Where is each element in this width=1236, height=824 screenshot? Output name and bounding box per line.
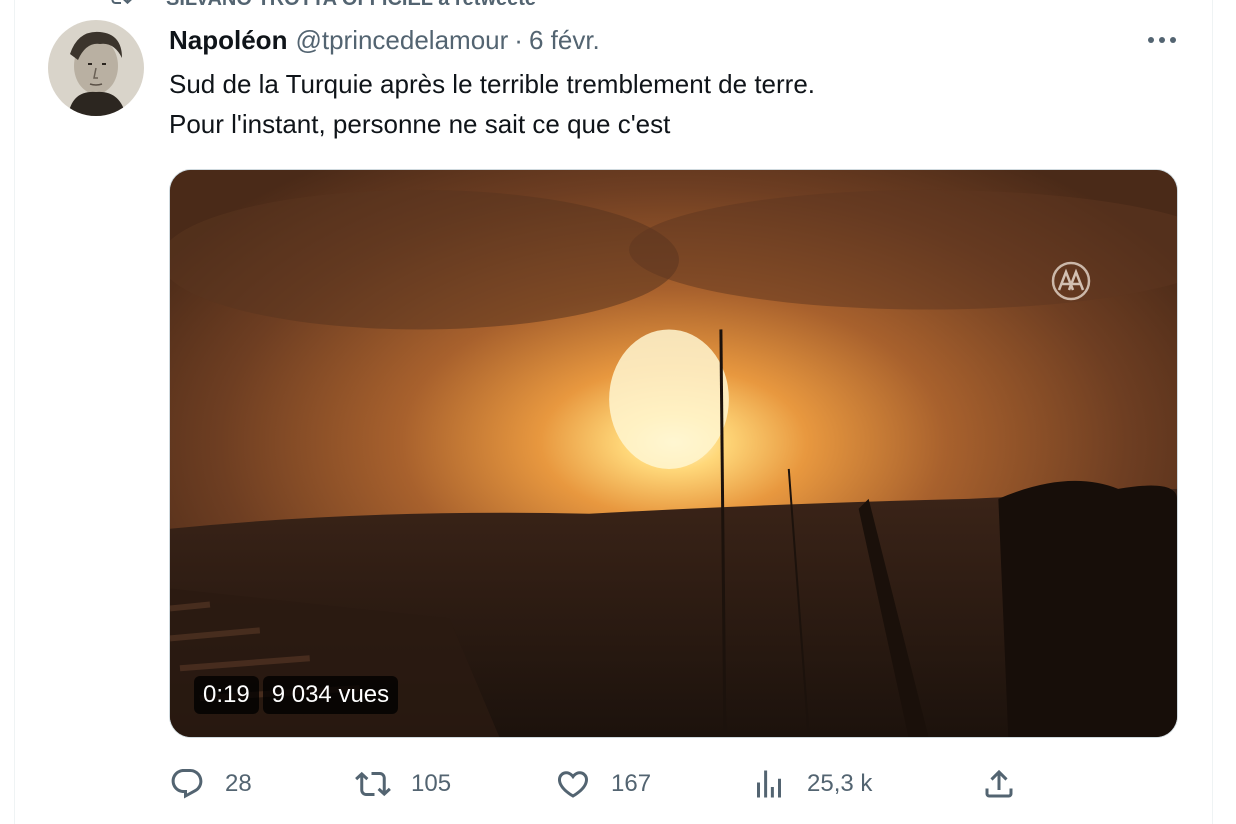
tweet-header: Napoléon @tprincedelamour · 6 févr. <box>169 24 600 56</box>
separator-dot: · <box>514 24 523 55</box>
share-button[interactable] <box>981 762 1017 806</box>
retweet-button[interactable]: 105 <box>355 762 451 806</box>
reply-count: 28 <box>225 770 252 797</box>
video-views-count: 9 034 vues <box>262 676 399 714</box>
views-button[interactable]: 25,3 k <box>751 762 872 806</box>
share-icon <box>985 769 1013 798</box>
social-context[interactable]: SILVANO TROTTA OFFICIEL a retweeté <box>108 0 536 10</box>
card-border-left <box>14 0 15 824</box>
author-handle[interactable]: @tprincedelamour <box>295 25 508 56</box>
retweet-icon <box>108 0 132 14</box>
more-options-button[interactable] <box>1140 26 1184 54</box>
action-bar: 28 105 167 25,3 k <box>169 762 1029 806</box>
like-count: 167 <box>611 770 652 797</box>
like-button[interactable]: 167 <box>555 762 651 806</box>
heart-icon <box>557 771 589 798</box>
tweet-text: Sud de la Turquie après le terrible trem… <box>169 64 1169 144</box>
reply-button[interactable]: 28 <box>169 762 252 806</box>
tweet-page: SILVANO TROTTA OFFICIEL a retweeté Napol… <box>0 0 1236 824</box>
author-display-name[interactable]: Napoléon <box>169 25 287 56</box>
tweet-timestamp[interactable]: 6 févr. <box>529 25 600 56</box>
tweet-text-line: Pour l'instant, personne ne sait ce que … <box>169 109 671 139</box>
video-duration: 0:19 <box>194 676 259 714</box>
more-dots-icon <box>1148 37 1176 43</box>
video-badges: 0:19 9 034 vues <box>194 676 399 714</box>
aa-logo-icon <box>1051 261 1091 301</box>
video-player[interactable]: 0:19 9 034 vues <box>169 169 1178 738</box>
reply-icon <box>171 769 203 799</box>
social-context-label: SILVANO TROTTA OFFICIEL a retweeté <box>166 0 536 11</box>
avatar[interactable] <box>48 20 144 116</box>
card-border-right <box>1212 0 1213 824</box>
video-thumbnail <box>170 170 1177 737</box>
tweet-text-line: Sud de la Turquie après le terrible trem… <box>169 69 816 99</box>
views-count: 25,3 k <box>807 770 873 797</box>
retweet-icon <box>355 771 391 797</box>
retweet-count: 105 <box>411 770 452 797</box>
analytics-icon <box>757 770 781 798</box>
